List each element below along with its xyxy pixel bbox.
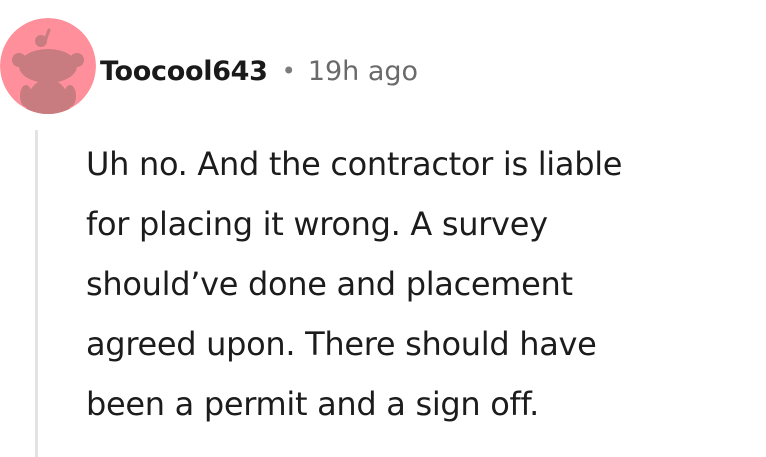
comment-body-line: Uh no. And the contractor is liable	[86, 145, 623, 183]
comment: Toocool643 • 19h ago Uh no. And the cont…	[0, 0, 766, 457]
snoo-avatar-icon	[0, 18, 96, 114]
thread-collapse-line[interactable]	[35, 130, 38, 457]
comment-header: Toocool643 • 19h ago	[100, 49, 418, 93]
username-link[interactable]: Toocool643	[100, 56, 268, 87]
comment-body: Uh no. And the contractor is liable for …	[86, 134, 746, 434]
comment-body-line: for placing it wrong. A survey	[86, 205, 548, 243]
comment-timestamp[interactable]: 19h ago	[308, 56, 418, 87]
comment-body-line: should’ve done and placement	[86, 265, 573, 303]
meta-separator: •	[281, 57, 296, 85]
comment-body-line: been a permit and a sign off.	[86, 385, 540, 423]
avatar[interactable]	[0, 18, 96, 114]
comment-body-line: agreed upon. There should have	[86, 325, 597, 363]
